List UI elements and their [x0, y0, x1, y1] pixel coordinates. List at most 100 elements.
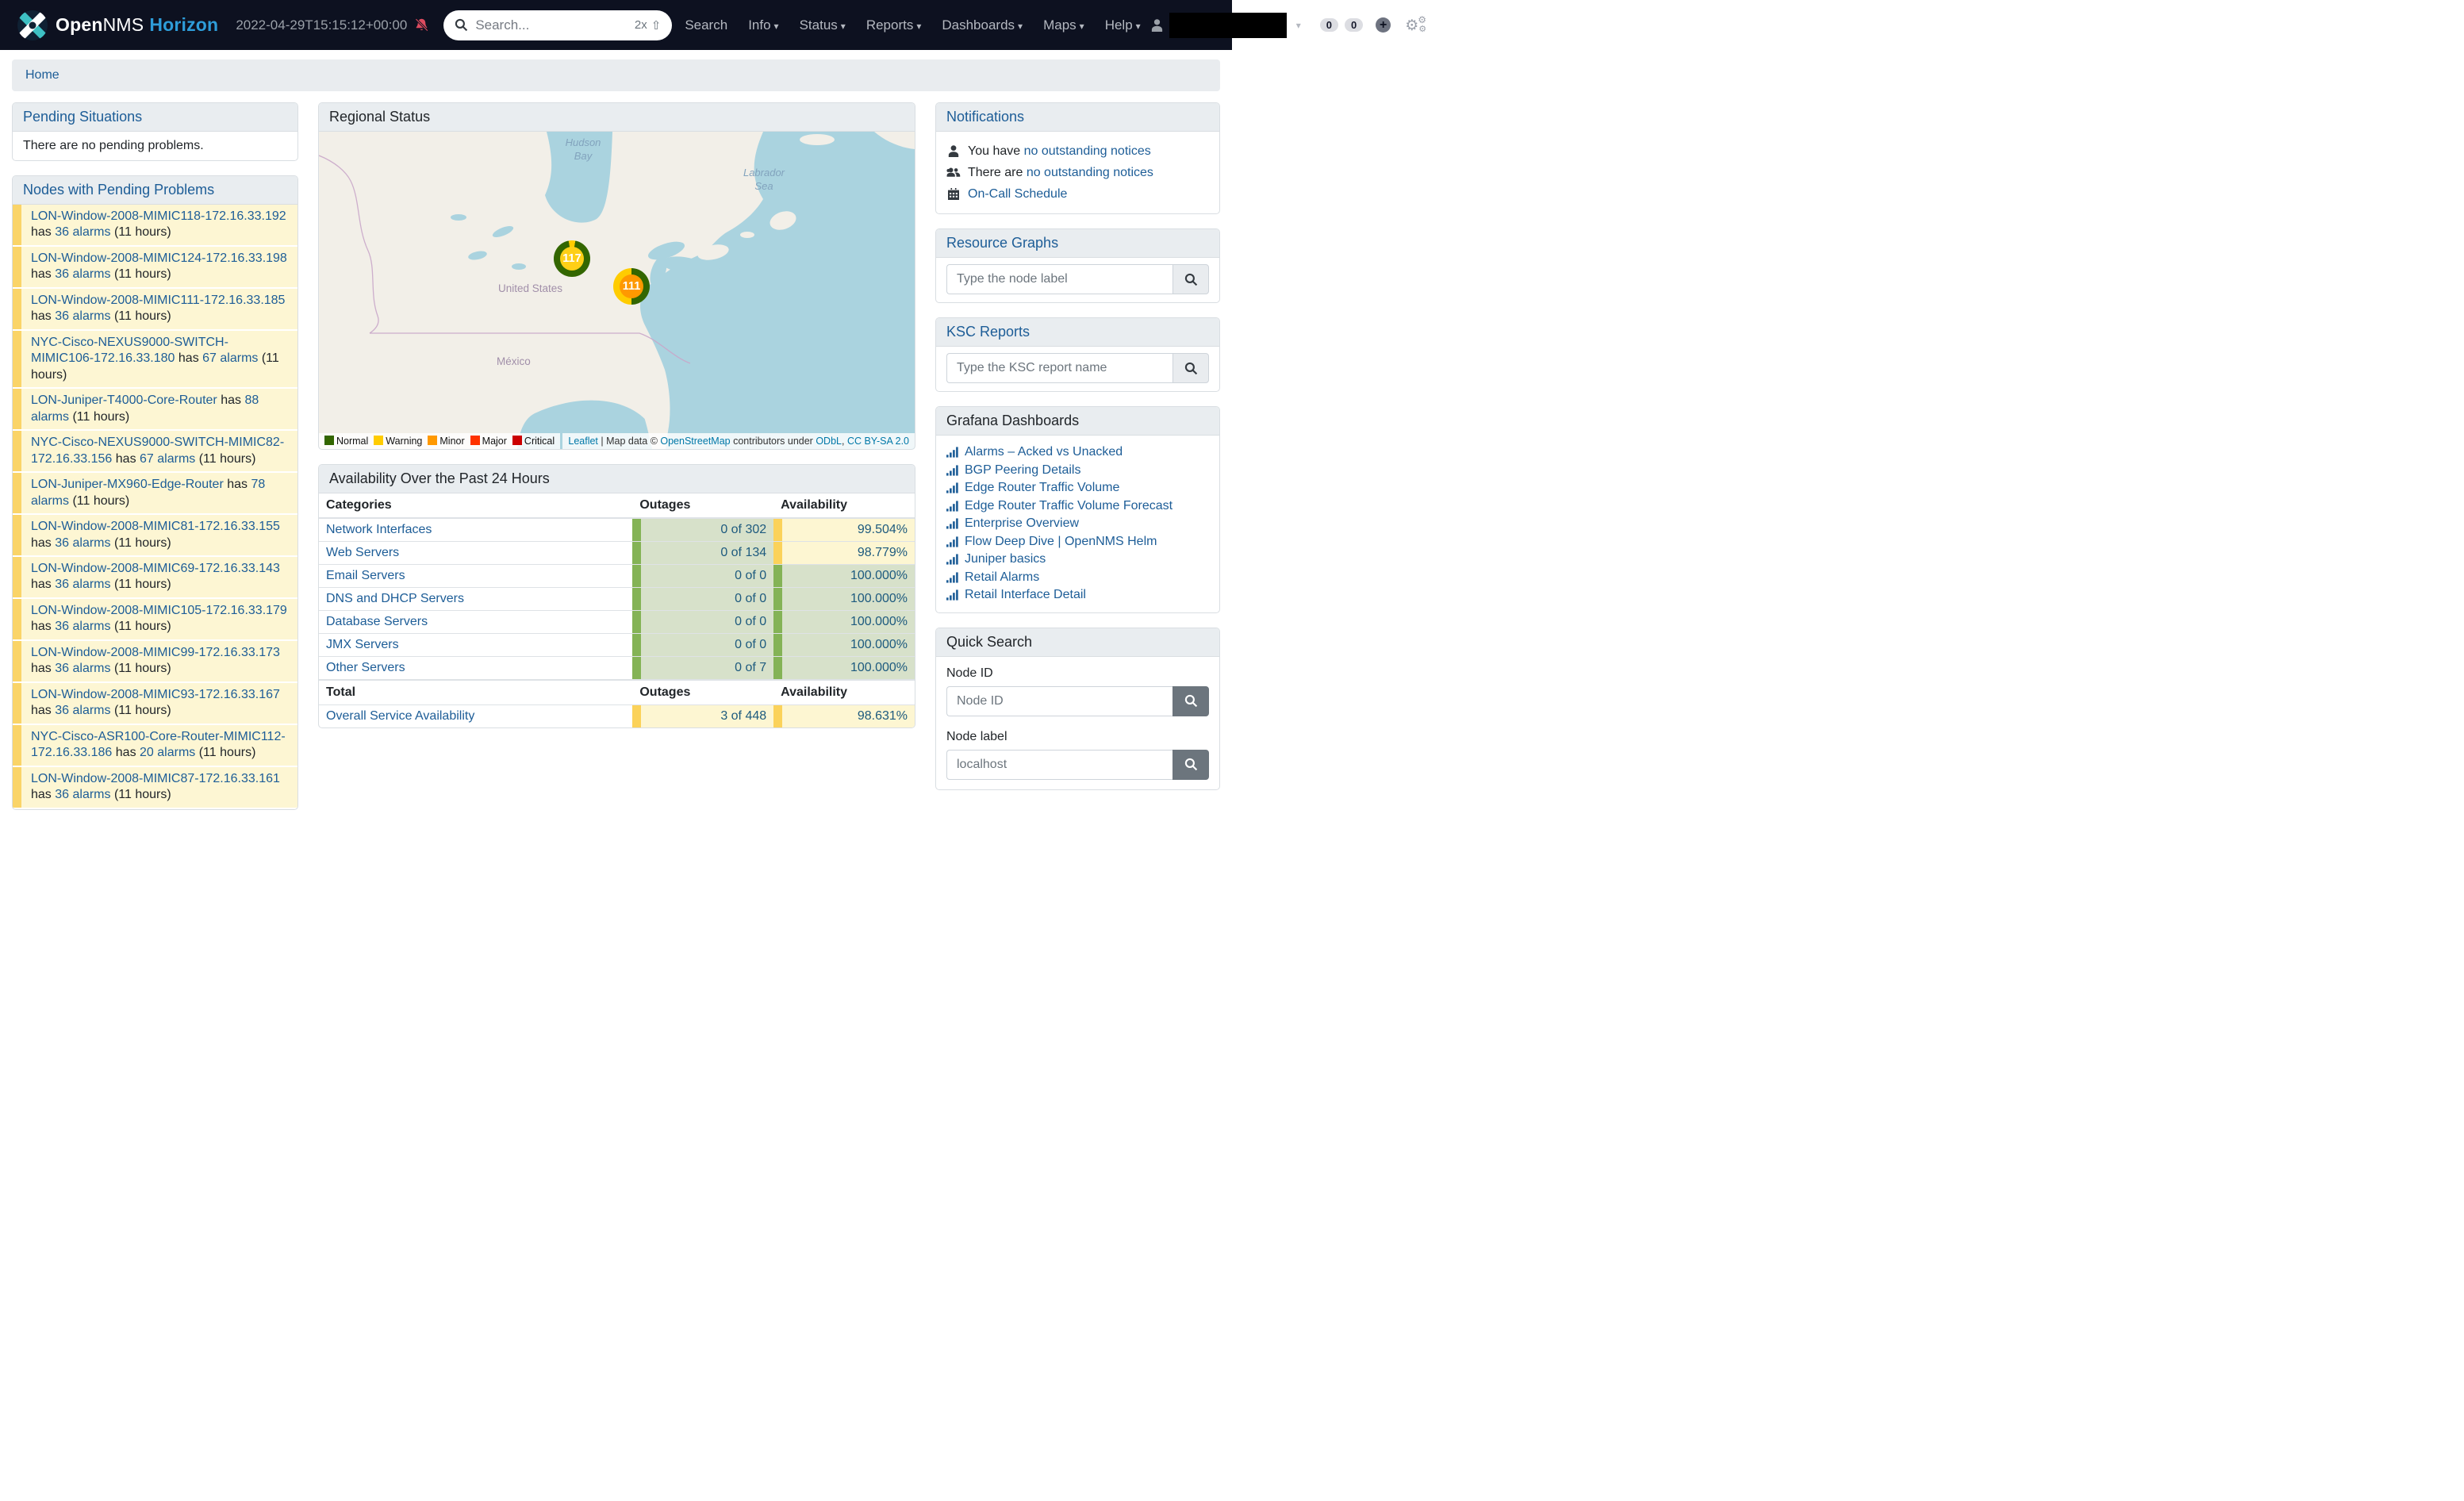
map-cluster-count: 117: [560, 247, 584, 271]
global-search: 2x⇧: [443, 10, 672, 40]
leaflet-link[interactable]: Leaflet: [568, 436, 598, 447]
node-alarms-link[interactable]: 36 alarms: [55, 225, 110, 239]
all-notices-link[interactable]: no outstanding notices: [1027, 166, 1153, 179]
resource-graphs-search-button[interactable]: [1173, 264, 1209, 294]
node-link[interactable]: LON-Window-2008-MIMIC124-172.16.33.198: [31, 251, 287, 265]
node-label-input[interactable]: [946, 750, 1173, 780]
search-shortcut-hint: 2x⇧: [635, 18, 661, 33]
grafana-dashboard-link[interactable]: Alarms – Acked vs Unacked: [965, 443, 1123, 462]
grafana-dashboard-link[interactable]: BGP Peering Details: [965, 462, 1080, 480]
regional-status-panel: Regional Status: [318, 102, 915, 450]
signal-bars-icon: [946, 465, 958, 476]
node-link[interactable]: LON-Window-2008-MIMIC87-172.16.33.161: [31, 772, 280, 785]
regional-status-title: Regional Status: [319, 103, 915, 132]
nav-maps[interactable]: Maps▾: [1033, 17, 1095, 33]
ksc-reports-title[interactable]: KSC Reports: [936, 318, 1219, 347]
resource-graphs-node-input[interactable]: [946, 264, 1173, 294]
category-link[interactable]: Web Servers: [326, 546, 399, 559]
grafana-dashboard-link[interactable]: Enterprise Overview: [965, 515, 1079, 533]
nav-info[interactable]: Info▾: [738, 17, 789, 33]
node-alarms-link[interactable]: 36 alarms: [55, 267, 110, 281]
grafana-dashboard-link[interactable]: Juniper basics: [965, 551, 1046, 569]
node-link[interactable]: LON-Window-2008-MIMIC99-172.16.33.173: [31, 646, 280, 659]
notice-count-badge[interactable]: 0: [1320, 18, 1338, 32]
node-has-text: has: [31, 788, 55, 801]
nav-help[interactable]: Help▾: [1095, 17, 1151, 33]
quick-add-icon[interactable]: +: [1376, 17, 1391, 33]
node-label-search-button[interactable]: [1173, 750, 1209, 780]
alarm-count-badge[interactable]: 0: [1345, 18, 1363, 32]
node-link[interactable]: LON-Window-2008-MIMIC81-172.16.33.155: [31, 520, 280, 533]
node-link[interactable]: LON-Window-2008-MIMIC93-172.16.33.167: [31, 688, 280, 701]
outage-value: 0 of 0: [641, 588, 773, 610]
category-link[interactable]: DNS and DHCP Servers: [326, 592, 464, 605]
ksc-report-name-input[interactable]: [946, 353, 1173, 383]
category-link[interactable]: JMX Servers: [326, 638, 399, 651]
osm-link[interactable]: OpenStreetMap: [660, 436, 730, 447]
node-alarms-link[interactable]: 36 alarms: [55, 536, 110, 550]
node-id-search-button[interactable]: [1173, 686, 1209, 716]
nav-reports[interactable]: Reports▾: [856, 17, 932, 33]
grafana-dashboard-link[interactable]: Flow Deep Dive | OpenNMS Helm: [965, 533, 1157, 551]
pending-situations-title[interactable]: Pending Situations: [13, 103, 297, 132]
category-link[interactable]: Other Servers: [326, 661, 405, 674]
node-id-input[interactable]: [946, 686, 1173, 716]
map-cluster-marker[interactable]: 111: [613, 268, 650, 305]
users-icon: [946, 167, 961, 179]
admin-gear-icon[interactable]: ⚙⚙⚙: [1405, 16, 1429, 35]
overall-availability-link[interactable]: Overall Service Availability: [326, 709, 474, 723]
node-link[interactable]: LON-Window-2008-MIMIC105-172.16.33.179: [31, 604, 287, 617]
grafana-dashboard-link[interactable]: Retail Alarms: [965, 569, 1039, 587]
grafana-dashboard-link[interactable]: Edge Router Traffic Volume Forecast: [965, 497, 1173, 516]
map-cluster-marker[interactable]: 117: [554, 240, 590, 277]
node-alarms-link[interactable]: 20 alarms: [140, 746, 195, 759]
availability-value: 100.000%: [782, 588, 915, 610]
global-search-input[interactable]: [475, 17, 628, 33]
node-alarms-link[interactable]: 67 alarms: [202, 351, 258, 365]
grafana-dashboard-link[interactable]: Edge Router Traffic Volume: [965, 479, 1119, 497]
notifications-off-icon[interactable]: [414, 17, 429, 33]
availability-row: Email Servers 0 of 0 100.000%: [319, 565, 915, 588]
nav-status[interactable]: Status▾: [789, 17, 856, 33]
severity-swatch-normal: [324, 436, 334, 445]
redacted-username[interactable]: [1169, 13, 1287, 38]
node-link[interactable]: LON-Juniper-MX960-Edge-Router: [31, 478, 224, 491]
node-alarms-link[interactable]: 36 alarms: [55, 620, 110, 633]
availability-status-strip: [773, 657, 782, 679]
odbl-link[interactable]: ODbL: [816, 436, 842, 447]
node-alarms-link[interactable]: 36 alarms: [55, 309, 110, 323]
category-link[interactable]: Database Servers: [326, 615, 428, 628]
node-link[interactable]: LON-Window-2008-MIMIC111-172.16.33.185: [31, 294, 285, 307]
regional-status-map[interactable]: Hudson Bay Labrador Sea United States Mé…: [319, 132, 915, 449]
node-has-text: has: [112, 746, 140, 759]
nodes-pending-problems-title[interactable]: Nodes with Pending Problems: [13, 176, 297, 205]
grafana-dashboard-link[interactable]: Retail Interface Detail: [965, 586, 1086, 605]
category-link[interactable]: Email Servers: [326, 569, 405, 582]
node-link[interactable]: LON-Window-2008-MIMIC118-172.16.33.192: [31, 209, 286, 223]
search-icon: [1184, 273, 1198, 286]
user-notices-link[interactable]: no outstanding notices: [1024, 144, 1151, 158]
node-problem-item: LON-Window-2008-MIMIC105-172.16.33.179 h…: [13, 599, 297, 639]
breadcrumb-home[interactable]: Home: [25, 68, 59, 82]
nav-dashboards[interactable]: Dashboards▾: [931, 17, 1033, 33]
node-alarms-link[interactable]: 36 alarms: [55, 662, 110, 675]
availability-row: Database Servers 0 of 0 100.000%: [319, 611, 915, 634]
ksc-reports-search-button[interactable]: [1173, 353, 1209, 383]
on-call-schedule-link[interactable]: On-Call Schedule: [968, 187, 1067, 201]
ccbysa-link[interactable]: CC BY-SA 2.0: [847, 436, 909, 447]
total-outages-header: Outages: [632, 680, 773, 705]
notifications-title[interactable]: Notifications: [936, 103, 1219, 132]
node-link[interactable]: LON-Window-2008-MIMIC69-172.16.33.143: [31, 562, 280, 575]
node-duration-text: (11 hours): [111, 704, 171, 717]
node-link[interactable]: LON-Juniper-T4000-Core-Router: [31, 393, 217, 407]
resource-graphs-title[interactable]: Resource Graphs: [936, 229, 1219, 258]
nav-search[interactable]: Search: [674, 17, 738, 33]
node-alarms-link[interactable]: 67 alarms: [140, 452, 195, 466]
brand[interactable]: OpenNMSHorizon: [17, 10, 218, 40]
node-alarms-link[interactable]: 36 alarms: [55, 788, 110, 801]
node-alarms-link[interactable]: 36 alarms: [55, 704, 110, 717]
node-alarms-link[interactable]: 36 alarms: [55, 578, 110, 591]
node-has-text: has: [31, 620, 55, 633]
col-header-outages: Outages: [632, 493, 773, 518]
category-link[interactable]: Network Interfaces: [326, 523, 432, 536]
